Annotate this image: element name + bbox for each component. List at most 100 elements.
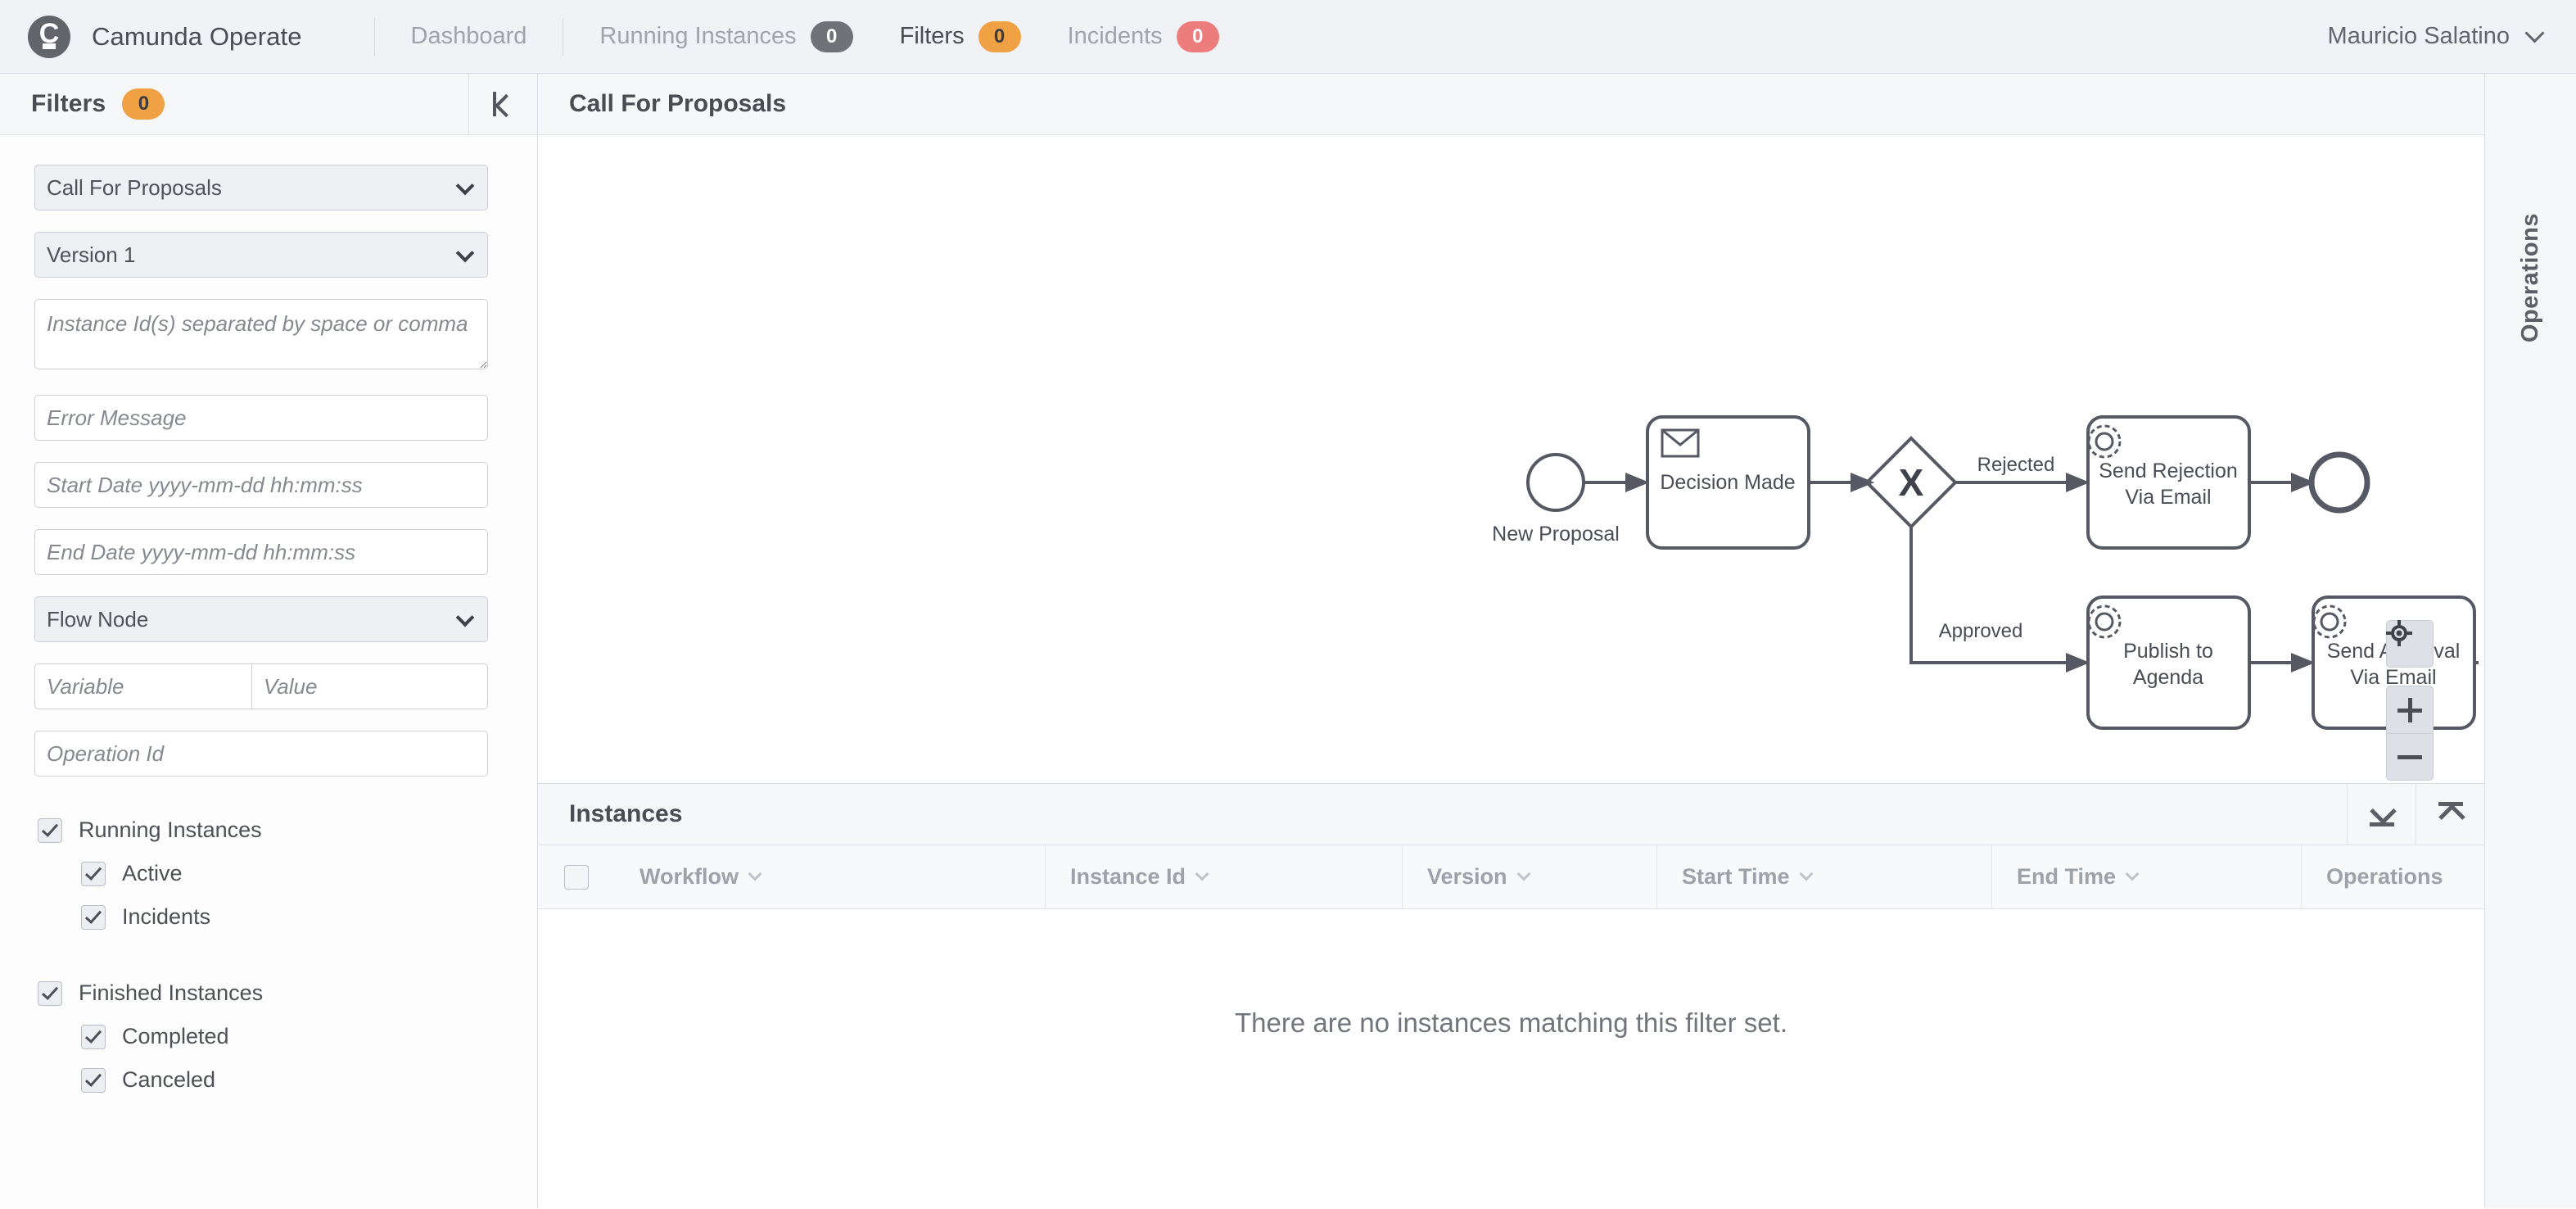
operation-id-field <box>0 731 537 777</box>
nav-divider <box>373 17 375 56</box>
column-header-workflow[interactable]: Workflow <box>615 845 1045 908</box>
checkbox-label: Active <box>122 861 183 885</box>
start-date-input[interactable] <box>34 462 488 508</box>
flow-label-rejected: Rejected <box>1977 454 2055 476</box>
workflow-select[interactable]: Call For Proposals <box>34 165 488 211</box>
nav-label-incidents: Incidents <box>1067 23 1163 49</box>
nav-item-dashboard[interactable]: Dashboard <box>411 23 527 50</box>
instance-ids-field <box>0 299 537 374</box>
collapse-filters-button[interactable] <box>468 74 537 134</box>
checkbox-box <box>81 1024 106 1049</box>
chevron-down-icon <box>1195 867 1209 881</box>
operations-panel-toggle[interactable]: Operations <box>2484 74 2576 1208</box>
diagram-title: Call For Proposals <box>569 90 787 117</box>
badge-running-instances: 0 <box>810 20 853 52</box>
app-title: Camunda Operate <box>92 21 302 51</box>
flow-label-approved: Approved <box>1939 620 2023 642</box>
end-date-field <box>0 529 537 575</box>
chevron-down-icon <box>748 867 762 881</box>
gateway-marker: X <box>1899 461 1924 504</box>
checkbox-label: Incidents <box>122 904 211 929</box>
version-select-field: Version 1 <box>0 232 537 278</box>
checkbox-box <box>81 861 106 886</box>
collapse-up-button[interactable] <box>2416 784 2484 844</box>
checkbox-box <box>81 904 106 930</box>
collapse-left-icon <box>492 92 514 116</box>
instances-empty-state: There are no instances matching this fil… <box>538 909 2484 1208</box>
instances-panel-actions <box>2347 784 2484 844</box>
column-label: Workflow <box>639 864 739 889</box>
filters-count-badge: 0 <box>122 88 165 120</box>
operations-panel-label: Operations <box>2517 213 2543 343</box>
instances-table-header: Workflow Instance Id Version Start Time … <box>538 845 2484 909</box>
column-header-end-time[interactable]: End Time <box>1991 845 2301 908</box>
status-checkbox-group: Running Instances Active Incidents Finis… <box>0 798 537 1143</box>
column-header-start-time[interactable]: Start Time <box>1656 845 1991 908</box>
checkbox-label: Finished Instances <box>79 980 264 1005</box>
variable-value-input[interactable] <box>251 663 488 709</box>
filters-form: Call For Proposals Version 1 Instance Id… <box>0 135 537 1208</box>
filters-panel: Filters 0 Call For Proposals Version 1 I… <box>0 74 538 1208</box>
minus-icon <box>2397 745 2422 769</box>
filters-title: Filters <box>31 90 106 117</box>
workflow-select-field: Call For Proposals <box>0 165 537 211</box>
checkbox-box <box>38 817 62 843</box>
task-label-publish-agenda: Publish to <box>2123 640 2213 663</box>
diagram-zoom-controls <box>2386 620 2434 781</box>
nav-item-incidents[interactable]: Incidents 0 <box>1067 20 1219 52</box>
column-label: End Time <box>2017 864 2117 889</box>
bpmn-diagram-canvas[interactable]: X New Proposal Decision Made Rejected Ap… <box>538 135 2484 784</box>
task-label-publish-agenda-2: Agenda <box>2133 666 2203 689</box>
variable-name-input[interactable] <box>34 663 252 709</box>
checkbox-active[interactable]: Active <box>81 861 503 886</box>
end-date-input[interactable] <box>34 529 488 575</box>
top-header: C Camunda Operate Dashboard Running Inst… <box>0 0 2576 74</box>
flow-node-select[interactable]: Flow Node <box>34 596 488 642</box>
task-label-decision-made: Decision Made <box>1660 471 1795 494</box>
page-body: Filters 0 Call For Proposals Version 1 I… <box>0 74 2576 1208</box>
start-date-field <box>0 462 537 508</box>
main-nav: Dashboard Running Instances 0 Filters 0 … <box>338 0 1219 73</box>
instances-panel: Instances Workflow Instance Id Version S… <box>538 784 2484 1208</box>
operation-id-input[interactable] <box>34 731 488 777</box>
user-name: Mauricio Salatino <box>2327 23 2510 49</box>
error-message-input[interactable] <box>34 395 488 441</box>
zoom-in-button[interactable] <box>2386 686 2434 733</box>
center-column: Call For Proposals X New Proposal Decisi… <box>538 74 2484 1208</box>
collapse-down-icon <box>2368 802 2396 826</box>
error-message-field <box>0 395 537 441</box>
checkbox-finished-instances[interactable]: Finished Instances <box>38 980 503 1006</box>
brand: C Camunda Operate <box>28 15 302 58</box>
checkbox-incidents[interactable]: Incidents <box>81 904 503 930</box>
badge-filters: 0 <box>978 20 1021 52</box>
column-label: Instance Id <box>1070 864 1186 889</box>
nav-item-filters[interactable]: Filters 0 <box>899 20 1021 52</box>
nav-label-filters: Filters <box>899 23 965 49</box>
empty-message-text: There are no instances matching this fil… <box>1235 1008 1787 1038</box>
start-event-label: New Proposal <box>1492 523 1620 546</box>
collapse-down-button[interactable] <box>2347 784 2416 844</box>
column-header-operations: Operations <box>2301 845 2484 908</box>
select-all-checkbox[interactable] <box>564 864 589 890</box>
checkbox-running-instances[interactable]: Running Instances <box>38 817 503 843</box>
chevron-down-icon <box>1799 867 1814 881</box>
user-menu[interactable]: Mauricio Salatino <box>2327 23 2545 50</box>
instance-ids-input[interactable] <box>34 299 488 369</box>
plus-icon <box>2397 697 2422 722</box>
version-select[interactable]: Version 1 <box>34 232 488 278</box>
column-label: Start Time <box>1682 864 1790 889</box>
checkbox-canceled[interactable]: Canceled <box>81 1067 503 1093</box>
filters-panel-header: Filters 0 <box>0 74 537 135</box>
column-header-version[interactable]: Version <box>1402 845 1656 908</box>
checkbox-box <box>81 1067 106 1093</box>
task-label-send-rejection-2: Via Email <box>2125 486 2211 509</box>
column-label: Operations <box>2326 864 2443 889</box>
reset-zoom-button[interactable] <box>2386 620 2434 668</box>
column-header-instance-id[interactable]: Instance Id <box>1045 845 1402 908</box>
nav-item-running-instances[interactable]: Running Instances 0 <box>599 20 853 52</box>
collapse-up-icon <box>2437 802 2465 826</box>
zoom-out-button[interactable] <box>2386 733 2434 781</box>
instances-title: Instances <box>569 800 683 827</box>
checkbox-completed[interactable]: Completed <box>81 1024 503 1049</box>
chevron-down-icon <box>2524 23 2545 43</box>
